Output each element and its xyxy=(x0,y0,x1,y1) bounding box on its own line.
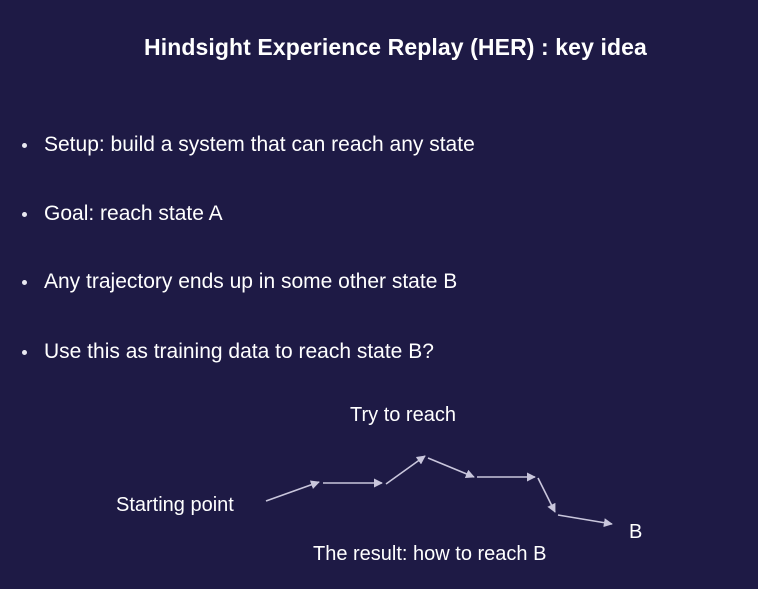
trajectory-arrows xyxy=(265,455,613,528)
trajectory-arrow xyxy=(427,457,475,479)
starting-point-label: Starting point xyxy=(116,494,234,516)
result-label: The result: how to reach B xyxy=(313,543,547,565)
trajectory-arrow xyxy=(537,477,556,513)
end-state-label: B xyxy=(629,521,643,543)
slide: Hindsight Experience Replay (HER) : key … xyxy=(0,0,758,589)
trajectory-arrow xyxy=(385,455,426,485)
trajectory-arrow xyxy=(557,514,613,528)
trajectory-arrow xyxy=(265,480,320,502)
trajectory-diagram: Try to reach Starting point B The result… xyxy=(0,0,758,589)
try-to-reach-label: Try to reach xyxy=(350,404,456,426)
